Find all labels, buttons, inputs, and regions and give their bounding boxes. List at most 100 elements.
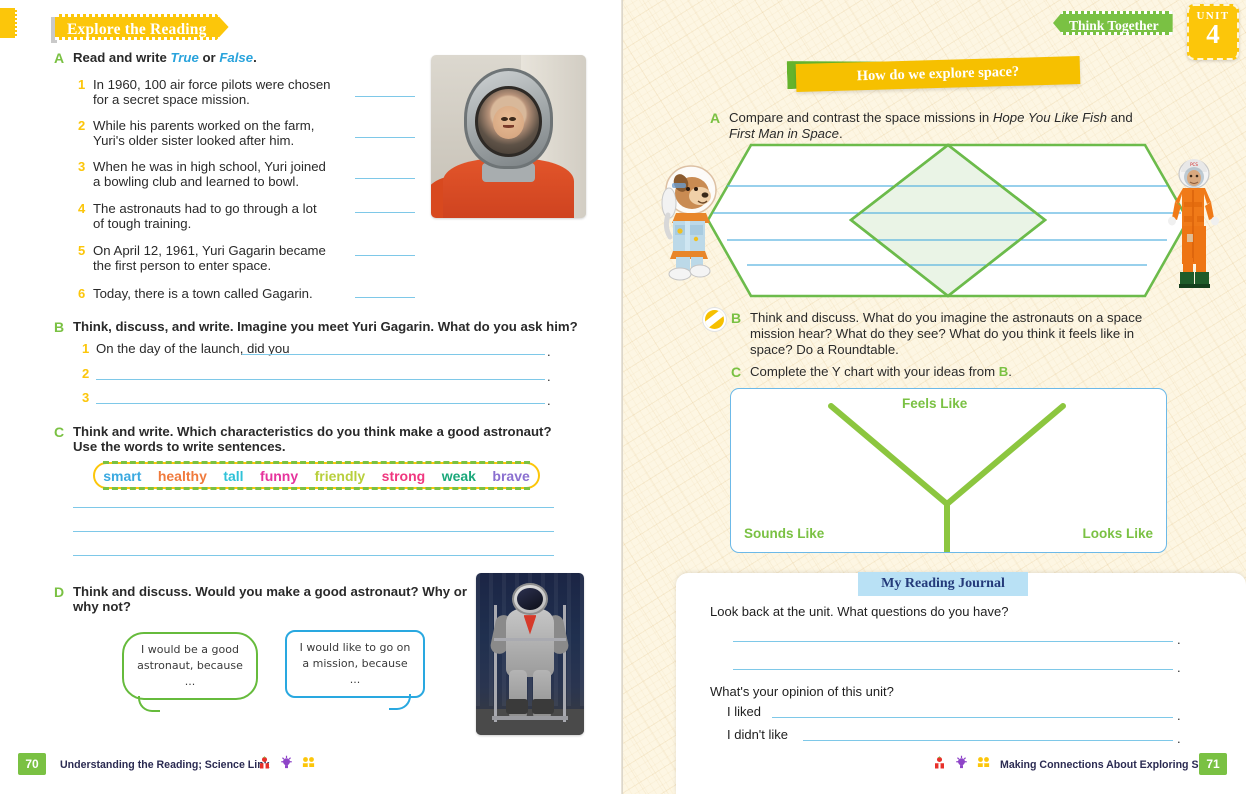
answer-line-6[interactable] <box>355 297 415 298</box>
unit-badge: UNIT 4 <box>1187 4 1239 60</box>
orange-suit-astronaut: PCS <box>1168 159 1219 288</box>
pair-yellow-icon <box>302 757 315 767</box>
r-exercise-a-line1: Compare and contrast the space missions … <box>729 110 1133 127</box>
item-num-4: 4 <box>78 201 86 216</box>
item-3-line1: When he was in high school, Yuri joined <box>93 159 326 174</box>
journal-line-4[interactable] <box>803 740 1173 741</box>
journal-period-1: . <box>1177 632 1181 647</box>
speech-bubble-blue: I would like to go on a mission, because… <box>285 630 425 710</box>
venn-diagram <box>705 143 1190 298</box>
journal-line-1[interactable] <box>733 641 1173 642</box>
item-1-line1: In 1960, 100 air force pilots were chose… <box>93 77 331 92</box>
item-6-line1: Today, there is a town called Gagarin. <box>93 286 313 301</box>
item-num-3: 3 <box>78 159 86 174</box>
b-item-num-1: 1 <box>82 341 90 356</box>
word-friendly[interactable]: friendly <box>315 468 366 484</box>
item-2-line1: While his parents worked on the farm, <box>93 118 315 133</box>
journal-period-3: . <box>1177 708 1181 723</box>
item-4-line2: of tough training. <box>93 216 192 231</box>
answer-line-2[interactable] <box>355 137 415 138</box>
answer-line-5[interactable] <box>355 255 415 256</box>
word-healthy[interactable]: healthy <box>158 468 207 484</box>
word-funny[interactable]: funny <box>260 468 298 484</box>
exercise-d-letter: D <box>54 584 65 600</box>
journal-period-2: . <box>1177 660 1181 675</box>
c-write-line-2[interactable] <box>73 531 554 532</box>
think-together-banner: Think Together <box>1053 11 1173 35</box>
r-exercise-a-line2: First Man in Space. <box>729 126 843 143</box>
item-5-line2: the first person to enter space. <box>93 258 272 273</box>
word-smart[interactable]: smart <box>103 468 141 484</box>
answer-line-1[interactable] <box>355 96 415 97</box>
instr-a-false: False <box>219 50 254 65</box>
y-chart-left-arm <box>828 403 950 507</box>
instr-a-part1: Read and write <box>73 50 171 65</box>
r-c-ref-b: B <box>998 364 1009 379</box>
lightbulb-purple-icon <box>281 755 292 769</box>
reading-journal-title: My Reading Journal <box>858 572 1028 596</box>
photo-floor <box>476 709 584 735</box>
journal-sub-label-1: I liked <box>727 704 761 719</box>
b-write-line-3[interactable] <box>96 403 545 404</box>
r-a-post: . <box>838 126 843 141</box>
word-tall[interactable]: tall <box>223 468 243 484</box>
bubble-green-line1: I would be a good <box>141 643 239 656</box>
word-weak[interactable]: weak <box>442 468 476 484</box>
r-a-title2: First Man in Space <box>729 126 839 141</box>
journal-question-1: Look back at the unit. What questions do… <box>710 604 1009 619</box>
item-num-1: 1 <box>78 77 86 92</box>
edge-tab-yellow <box>0 8 17 38</box>
exercise-a-letter: A <box>54 50 65 66</box>
photo-suit-boot-left <box>506 699 528 714</box>
y-chart-right-arm <box>944 403 1066 507</box>
gagarin-photo <box>431 55 586 218</box>
photo-suit-boot-right <box>532 699 554 714</box>
b-write-line-2[interactable] <box>96 379 545 380</box>
r-a-mid: and <box>1107 110 1133 125</box>
journal-line-2[interactable] <box>733 669 1173 670</box>
speech-bubble-green: I would be a good astronaut, because ... <box>122 632 258 712</box>
lightning-bolt-icon <box>705 310 724 329</box>
item-3-line2: a bowling club and learned to bowl. <box>93 174 300 189</box>
word-brave[interactable]: brave <box>492 468 529 484</box>
bubble-green-tail <box>138 695 160 712</box>
word-bank: smart healthy tall funny friendly strong… <box>93 461 540 490</box>
left-page: Explore the Reading A Read and write Tru… <box>0 0 623 794</box>
photo-eye-left <box>500 117 508 122</box>
r-a-title1: Hope You Like Fish <box>992 110 1108 125</box>
r-exercise-b-line2: mission hear? What do they see? What do … <box>750 326 1135 341</box>
y-chart: Feels Like Sounds Like Looks Like <box>730 388 1167 553</box>
r-exercise-b-line3: space? Do a Roundtable. <box>750 342 899 357</box>
bubble-blue-line1: I would like to go on <box>299 641 411 654</box>
journal-question-2: What's your opinion of this unit? <box>710 684 894 699</box>
exercise-b-letter: B <box>54 319 65 335</box>
bubble-blue-line2: a mission, because ... <box>302 656 408 686</box>
journal-period-4: . <box>1177 731 1181 746</box>
b-item-num-3: 3 <box>82 390 90 405</box>
r-exercise-c-text: Complete the Y chart with your ideas fro… <box>750 364 1012 381</box>
b-period-1: . <box>547 344 551 359</box>
b-write-line-1[interactable] <box>242 354 545 355</box>
cartoon-dog-astronaut <box>661 165 717 281</box>
explore-the-reading-banner: Explore the Reading <box>55 14 229 40</box>
b-period-2: . <box>547 369 551 384</box>
photo-smile <box>502 125 515 129</box>
y-chart-right-label: Looks Like <box>1082 526 1153 541</box>
c-write-line-1[interactable] <box>73 507 554 508</box>
lightbulb-purple-icon-right <box>956 755 967 769</box>
y-chart-left-label: Sounds Like <box>744 526 825 541</box>
journal-line-3[interactable] <box>772 717 1173 718</box>
photo-face <box>492 105 525 140</box>
photo-stand-base <box>492 716 568 721</box>
answer-line-4[interactable] <box>355 212 415 213</box>
r-c-pre: Complete the Y chart with your ideas fro… <box>750 364 999 379</box>
pair-yellow-icon-right <box>977 757 990 767</box>
item-4-line1: The astronauts had to go through a lot <box>93 201 317 216</box>
r-exercise-c-letter: C <box>731 364 742 380</box>
instr-a-or: or <box>198 50 220 65</box>
footer-text-left: Understanding the Reading; Science Link <box>60 759 270 771</box>
r-a-pre: Compare and contrast the space missions … <box>729 110 993 125</box>
c-write-line-3[interactable] <box>73 555 554 556</box>
answer-line-3[interactable] <box>355 178 415 179</box>
word-strong[interactable]: strong <box>382 468 426 484</box>
